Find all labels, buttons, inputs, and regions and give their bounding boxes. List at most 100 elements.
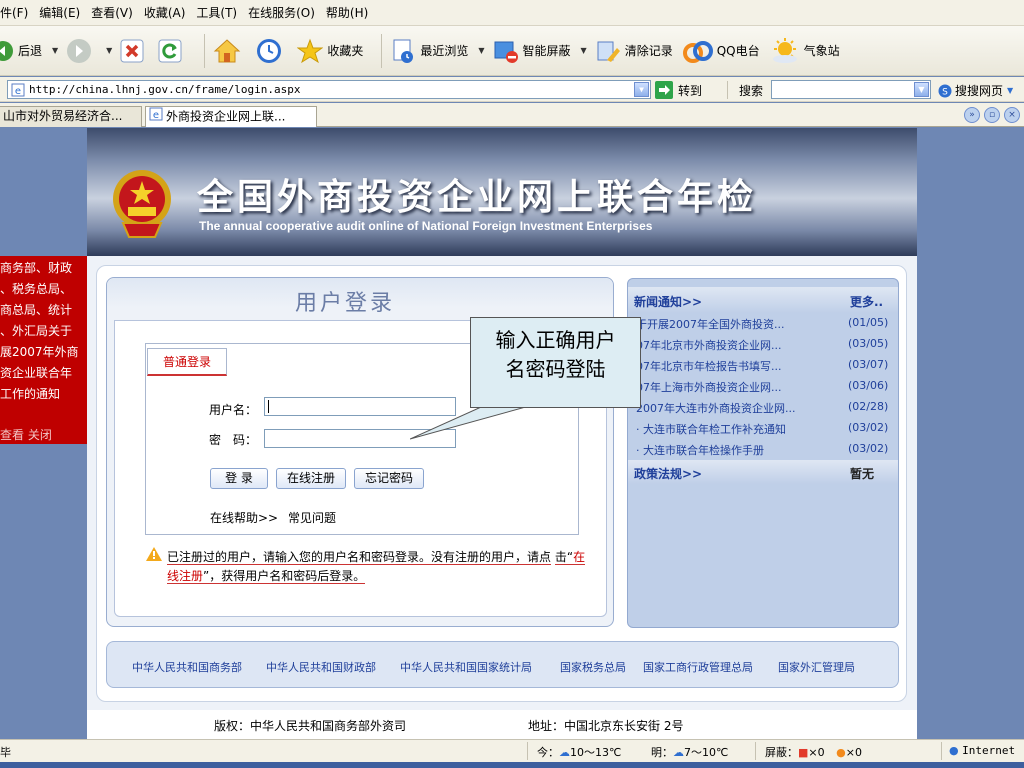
clear-history-label: 清除记录 xyxy=(624,44,673,58)
callout-annotation: 输入正确用户 名密码登陆 xyxy=(470,317,641,408)
forward-arrow-icon xyxy=(66,38,92,64)
popup-block-icon: ■ xyxy=(798,746,809,759)
banner: 全国外商投资企业网上联合年检 The annual cooperative au… xyxy=(87,128,917,256)
zone-label: Internet xyxy=(962,744,1016,757)
link-stats[interactable]: 中华人民共和国国家统计局 xyxy=(400,659,532,675)
sogou-search-button[interactable]: S 搜搜网页 ▼ xyxy=(938,82,1013,99)
search-input[interactable]: ▼ xyxy=(771,80,931,99)
link-saic[interactable]: 国家工商行政管理总局 xyxy=(643,659,753,675)
login-title: 用户登录 xyxy=(295,291,396,316)
menu-online-service[interactable]: 在线服务(O) xyxy=(248,4,315,21)
tab-bar: 山市对外贸易经济合... e 外商投资企业网上联... » ▫ × xyxy=(0,103,1024,127)
news-item-title: · 大连市联合年检操作手册 xyxy=(636,444,764,457)
tab-close-icon[interactable]: × xyxy=(1004,107,1020,123)
tab-list-icon[interactable]: » xyxy=(964,107,980,123)
back-arrow-icon xyxy=(0,40,14,62)
link-tax[interactable]: 国家税务总局 xyxy=(560,659,626,675)
national-emblem-icon xyxy=(111,165,173,244)
link-mof[interactable]: 中华人民共和国财政部 xyxy=(266,659,376,675)
notice-line: 工作的通知 xyxy=(0,387,61,401)
news-item[interactable]: · 大连市联合年检操作手册 (03/02) xyxy=(628,439,900,460)
svg-text:e: e xyxy=(153,110,159,121)
forward-button[interactable] xyxy=(66,38,96,64)
smart-block-button[interactable]: 智能屏蔽 xyxy=(493,38,571,64)
menu-edit[interactable]: 编辑(E) xyxy=(39,4,80,21)
login-button[interactable]: 登 录 xyxy=(210,468,268,489)
page-viewport: 商务部、财政 、税务总局、 商总局、统计 、外汇局关于 展2007年外商 资企业… xyxy=(0,128,1024,739)
password-label: 密 码： xyxy=(209,433,258,447)
tab-foreign-investment[interactable]: e 外商投资企业网上联... xyxy=(145,106,317,127)
menu-favorites[interactable]: 收藏(A) xyxy=(144,4,186,21)
forgot-password-button[interactable]: 忘记密码 xyxy=(354,468,424,489)
ie-page-icon: e xyxy=(149,107,163,127)
banner-subtitle: The annual cooperative audit online of N… xyxy=(199,219,653,233)
back-button[interactable]: 后退 xyxy=(0,40,42,62)
news-item[interactable]: 于开展2007年全国外商投资... (01/05) xyxy=(628,313,900,334)
clear-history-button[interactable]: 清除记录 xyxy=(595,38,673,64)
login-notice-text: 已注册过的用户，请输入您的用户名和密码登录。没有注册的用户，请点 xyxy=(167,550,552,565)
svg-text:e: e xyxy=(15,86,21,97)
register-button[interactable]: 在线注册 xyxy=(276,468,346,489)
tab-controls: » ▫ × xyxy=(964,107,1020,123)
recent-pages-icon xyxy=(390,38,416,64)
policy-heading[interactable]: 政策法规>> xyxy=(634,465,702,482)
refresh-button[interactable] xyxy=(158,39,186,63)
weather-tomorrow[interactable]: 明：☁7～10℃ xyxy=(651,744,728,760)
stop-button[interactable] xyxy=(120,39,148,63)
weather-today[interactable]: 今：☁10～13℃ xyxy=(537,744,621,760)
qq-radio-button[interactable]: QQ电台 xyxy=(682,38,760,64)
recent-button[interactable]: 最近浏览 xyxy=(390,38,468,64)
ministry-links: 中华人民共和国商务部 中华人民共和国财政部 中华人民共和国国家统计局 国家税务总… xyxy=(106,641,899,688)
block-counter[interactable]: 屏蔽：■×0 ●×0 xyxy=(765,744,862,760)
notice-line: 资企业联合年 xyxy=(0,366,73,380)
warning-icon xyxy=(146,547,162,564)
url-field[interactable]: e http://china.lhnj.gov.cn/frame/login.a… xyxy=(7,80,651,99)
go-button[interactable]: 转到 xyxy=(655,81,702,99)
notice-actions[interactable]: 查看 关闭 xyxy=(0,425,87,444)
menu-help[interactable]: 帮助(H) xyxy=(326,4,368,21)
qq-radio-label: QQ电台 xyxy=(716,44,760,58)
faq-link[interactable]: 常见问题 xyxy=(288,509,336,526)
recent-dropdown-icon[interactable]: ▼ xyxy=(478,46,484,55)
smart-block-dropdown-icon[interactable]: ▼ xyxy=(581,46,587,55)
news-heading[interactable]: 新闻通知>> xyxy=(634,293,702,310)
sogou-dropdown-icon[interactable]: ▼ xyxy=(1007,86,1013,95)
tab-restore-icon[interactable]: ▫ xyxy=(984,107,1000,123)
news-item[interactable]: 2007年大连市外商投资企业网... (02/28) xyxy=(628,397,900,418)
stop-icon xyxy=(120,39,144,63)
news-item[interactable]: 07年北京市外商投资企业网... (03/05) xyxy=(628,334,900,355)
home-button[interactable] xyxy=(213,37,245,65)
tomorrow-label: 明： xyxy=(651,746,673,759)
star-icon xyxy=(297,38,324,64)
menu-tools[interactable]: 工具(T) xyxy=(196,4,237,21)
tab-trade-bureau[interactable]: 山市对外贸易经济合... xyxy=(0,106,142,127)
news-item-title: 2007年大连市外商投资企业网... xyxy=(636,402,796,415)
news-item-date: (03/02) xyxy=(848,421,889,434)
back-dropdown-icon[interactable]: ▼ xyxy=(52,46,58,55)
menu-file[interactable]: 件(F) xyxy=(0,4,28,21)
news-item[interactable]: 07年上海市外商投资企业网... (03/06) xyxy=(628,376,900,397)
news-item[interactable]: · 大连市联合年检工作补充通知 (03/02) xyxy=(628,418,900,439)
news-panel: 新闻通知>> 更多.. 于开展2007年全国外商投资... (01/05) 07… xyxy=(627,278,899,628)
clock-icon xyxy=(255,37,283,65)
menu-view[interactable]: 查看(V) xyxy=(91,4,133,21)
news-item-date: (03/06) xyxy=(848,379,889,392)
tab-normal-login[interactable]: 普通登录 xyxy=(147,348,227,376)
favorites-button[interactable]: 收藏夹 xyxy=(297,38,363,64)
taskbar-strip xyxy=(0,762,1024,768)
url-dropdown-icon[interactable]: ▼ xyxy=(634,82,649,97)
news-more-link[interactable]: 更多.. xyxy=(850,293,883,310)
online-help-link[interactable]: 在线帮助>> xyxy=(210,509,278,526)
forward-dropdown-icon[interactable]: ▼ xyxy=(106,46,112,55)
link-mofcom[interactable]: 中华人民共和国商务部 xyxy=(132,659,242,675)
security-zone: ● Internet xyxy=(949,744,1015,757)
eraser-icon xyxy=(595,38,621,64)
news-item[interactable]: 07年北京市年检报告书填写... (03/07) xyxy=(628,355,900,376)
link-safe[interactable]: 国家外汇管理局 xyxy=(778,659,855,675)
footer: 版权：中华人民共和国商务部外资司 地址：中国北京东长安街 2号 xyxy=(87,710,917,739)
toolbar: 后退 ▼ ▼ 收藏夹 最近浏览 ▼ 智能屏蔽 ▼ 清除记录 QQ电台 气象站 xyxy=(0,26,1024,76)
weather-button[interactable]: 气象站 xyxy=(770,37,840,65)
tab-label: 外商投资企业网上联... xyxy=(166,109,286,124)
history-button[interactable] xyxy=(255,37,287,65)
search-dropdown-icon[interactable]: ▼ xyxy=(914,82,929,97)
